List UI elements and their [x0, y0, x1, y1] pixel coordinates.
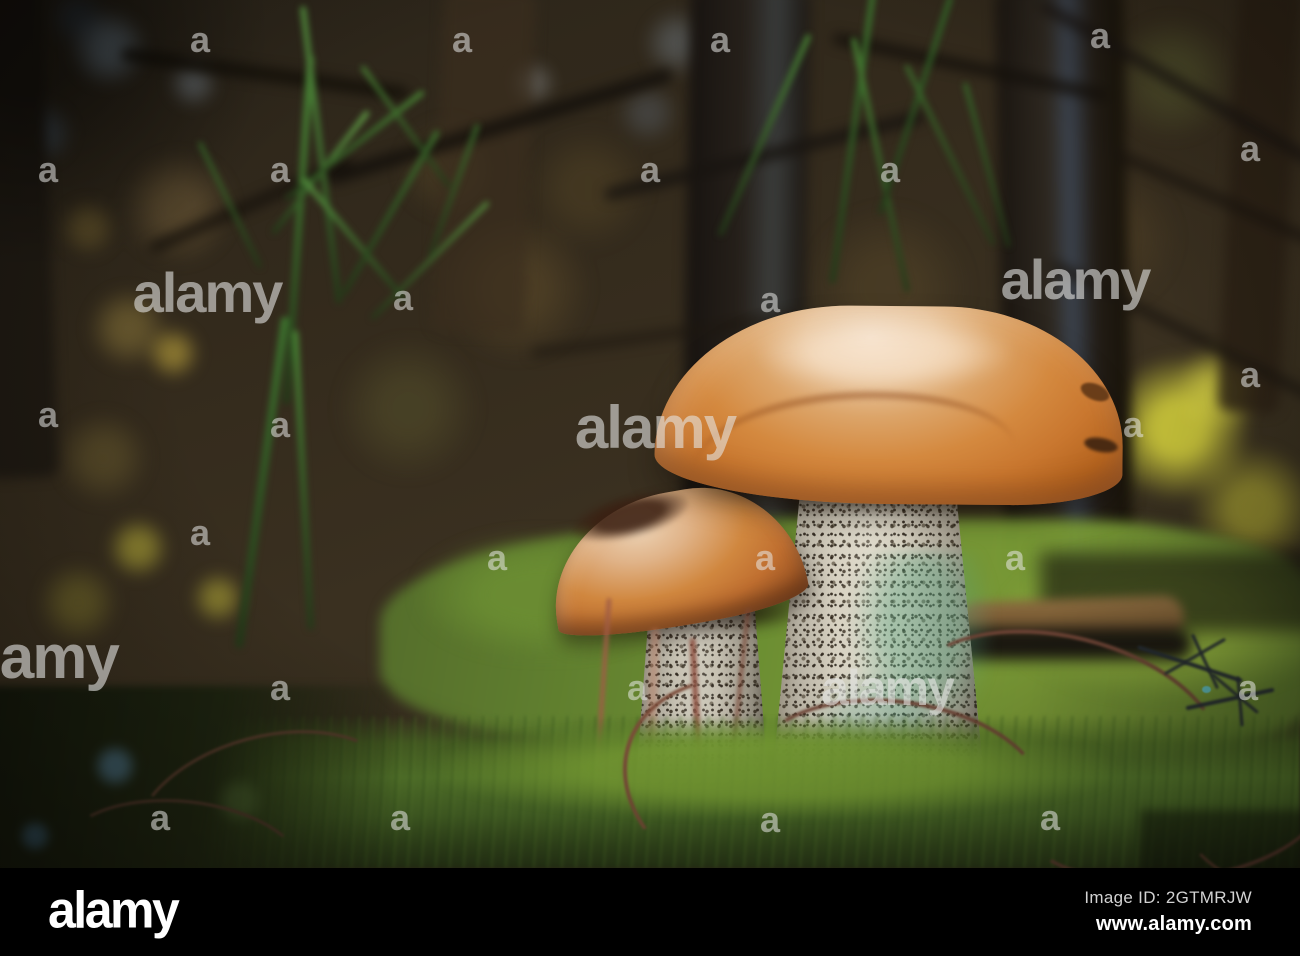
dew-glint — [1202, 686, 1211, 693]
image-id-value: 2GTMRJW — [1165, 888, 1252, 907]
footer-bar: alamy Image ID: 2GTMRJW www.alamy.com — [0, 868, 1300, 956]
footer-info: Image ID: 2GTMRJW www.alamy.com — [1084, 888, 1252, 936]
image-id-text: Image ID: 2GTMRJW — [1084, 888, 1252, 908]
photo-area: a a a a a a a a a a a a a a a a a a a a a a a a a a alamy alamy alam… — [0, 0, 1300, 868]
horsetail-stem — [717, 33, 812, 237]
horsetail-stem — [963, 82, 1011, 248]
horsetail-stem — [877, 0, 954, 216]
alamy-url-text: www.alamy.com — [1096, 913, 1252, 935]
horsetail-stem — [301, 177, 408, 303]
horsetail-stem — [234, 316, 290, 649]
image-id-label: Image ID: — [1084, 888, 1161, 907]
horsetail-stem — [197, 141, 263, 269]
stock-photo-page: a a a a a a a a a a a a a a a a a a a a a a a a a a alamy alamy alam… — [0, 0, 1300, 956]
horsetail-stem — [851, 37, 910, 293]
alamy-logo: alamy — [48, 880, 180, 940]
horsetail-stem — [292, 330, 314, 630]
cap-highlight — [760, 318, 1010, 388]
